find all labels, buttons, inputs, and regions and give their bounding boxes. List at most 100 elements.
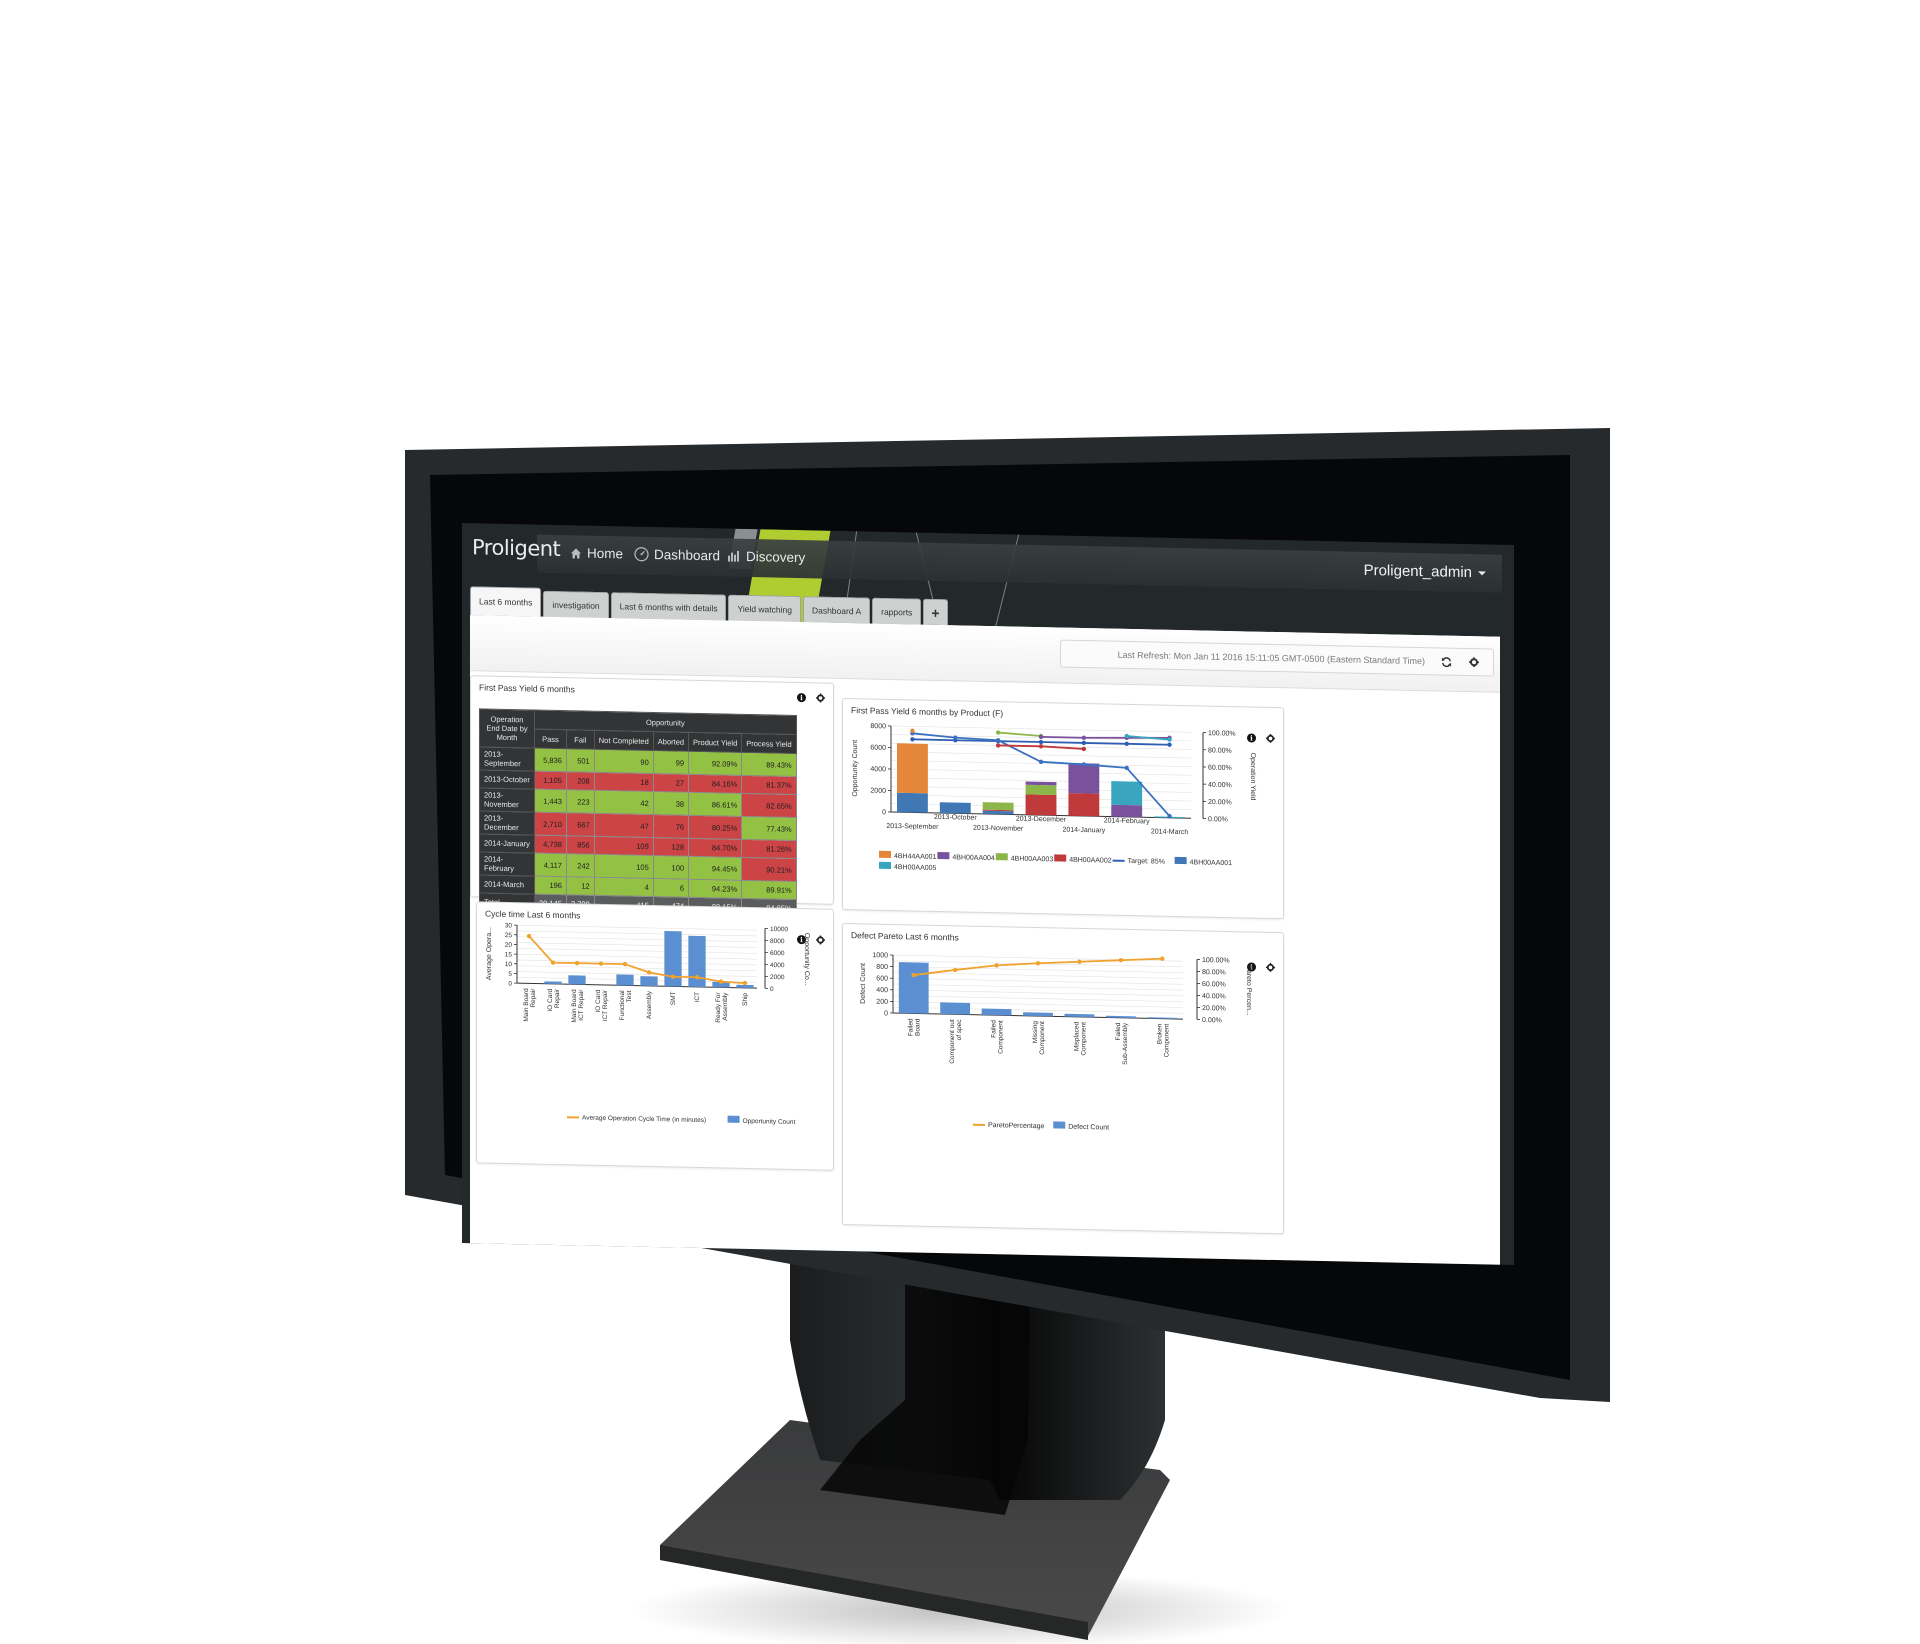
row-header: Operation End Date by Month [479, 708, 535, 749]
nav-discovery[interactable]: Discovery [728, 548, 806, 566]
table-cell: 84.16% [688, 774, 742, 794]
bar [616, 974, 634, 986]
table-cell: 856 [566, 835, 595, 855]
table-cell: 94.45% [688, 856, 742, 881]
table-cell: 81.26% [741, 839, 797, 859]
refresh-icon [1441, 656, 1451, 667]
tab-last-6-months[interactable]: Last 6 months [470, 586, 542, 617]
column-header[interactable]: Product Yield [688, 732, 742, 753]
category-label: FailedBoard [908, 1018, 922, 1036]
column-header[interactable]: Fail [566, 729, 595, 750]
column-header[interactable]: Pass [534, 729, 567, 749]
defect-pareto-chart: 0 200 400 600 800 1000 0.00% 20.00% 40.00% 60.00%… [860, 952, 1252, 1131]
row-label: 2013-October [479, 769, 535, 790]
y-axis-title: Average Opera... [486, 927, 493, 980]
category-label: BrokenComponent [1156, 1023, 1170, 1057]
y2-tick-label: 20.00% [1202, 1005, 1226, 1012]
category-label: Component outof spec [949, 1018, 963, 1063]
legend-swatch [879, 861, 891, 869]
last-refresh-text: Last Refresh: Mon Jan 11 2016 15:11:05 G… [1117, 649, 1425, 667]
nav-discovery-label: Discovery [746, 548, 806, 566]
legend-swatch [879, 850, 891, 858]
tab-yield-watching[interactable]: Yield watching [728, 594, 801, 623]
y2-axis-title: Pareto Percen... [1245, 965, 1252, 1016]
column-header[interactable]: Aborted [653, 731, 689, 752]
bar [1111, 804, 1143, 818]
column-header[interactable]: Not Completed [594, 730, 654, 751]
gridline [517, 930, 757, 937]
tab-dashboard-a[interactable]: Dashboard A [802, 596, 871, 624]
gridline [517, 971, 757, 977]
legend-swatch [937, 851, 950, 860]
table-cell: 80.25% [688, 815, 742, 840]
gridline [893, 995, 1183, 1003]
table-cell: 196 [534, 876, 567, 895]
nav-home[interactable]: Home [570, 545, 623, 561]
screen: Proligent Home Dashboard Discovery Proli… [462, 523, 1514, 1266]
nav-dashboard[interactable]: Dashboard [634, 547, 720, 563]
panel-title: First Pass Yield 6 months [479, 682, 575, 695]
column-header[interactable]: Process Yield [741, 733, 797, 754]
gridline [893, 983, 1183, 991]
category-label: 2013-December [1016, 816, 1067, 824]
row-label: 2013-December [479, 810, 535, 836]
table-cell: 92.09% [688, 751, 742, 776]
gear-icon[interactable] [816, 693, 825, 703]
series-line [998, 731, 1042, 737]
legend-swatch [1174, 856, 1187, 865]
bar [982, 802, 1014, 811]
y-tick-label: 10 [505, 961, 513, 968]
gridline [517, 936, 757, 943]
category-label: FailedComponent [991, 1020, 1005, 1054]
table-cell: 128 [653, 837, 689, 857]
data-point [995, 730, 1001, 735]
table-cell: 4,117 [534, 853, 567, 877]
data-point [1118, 958, 1124, 963]
brand-logo[interactable]: Proligent [472, 535, 560, 561]
panel-tools: i [797, 693, 825, 703]
info-icon[interactable]: i [797, 693, 806, 703]
table-cell: 6 [653, 878, 689, 898]
row-label: 2014-January [479, 833, 535, 854]
table-cell: 501 [566, 748, 595, 773]
bar-chart-icon [728, 550, 739, 562]
data-point [574, 960, 580, 966]
legend-label: Average Operation Cycle Time (in minutes… [582, 1115, 706, 1125]
tab-rapports[interactable]: rapports [872, 597, 922, 625]
category-label: Assembly [646, 990, 653, 1019]
bar [898, 962, 929, 1014]
table-cell: 18 [594, 772, 654, 792]
bar [1025, 794, 1057, 816]
series-line [528, 935, 746, 984]
gridline [891, 751, 1191, 759]
data-point [1038, 744, 1044, 749]
category-label: IO CardRepair [547, 988, 561, 1012]
add-tab-button[interactable]: + [923, 598, 948, 626]
refresh-toolbar: Last Refresh: Mon Jan 11 2016 15:11:05 G… [1060, 639, 1494, 677]
data-point [952, 967, 958, 973]
y-tick-label: 5 [508, 971, 512, 978]
table-cell: 27 [653, 773, 689, 793]
y2-tick-label: 20.00% [1208, 799, 1232, 806]
refresh-button[interactable] [1439, 654, 1453, 668]
legend-swatch [727, 1115, 740, 1123]
y-tick-label: 2000 [870, 788, 886, 795]
y-tick-label: 30 [505, 922, 513, 929]
user-menu[interactable]: Proligent_admin [1364, 562, 1486, 582]
bar [1025, 784, 1057, 796]
tab-investigation[interactable]: investigation [543, 590, 609, 619]
settings-button[interactable] [1467, 655, 1481, 669]
y-tick-label: 400 [876, 987, 888, 994]
table-cell: 89.43% [741, 752, 797, 777]
row-label: 2014-March [479, 874, 535, 895]
table-cell: 77.43% [741, 816, 797, 841]
data-point [1167, 742, 1172, 747]
table-cell: 242 [566, 853, 595, 878]
tab-last-6-months-details[interactable]: Last 6 months with details [610, 592, 727, 621]
home-icon [571, 547, 581, 558]
category-label: 2013-September [886, 823, 939, 831]
y2-axis-title: Opportunity Co... [803, 933, 810, 986]
row-label: 2013-November [479, 787, 535, 813]
y2-tick-label: 0.00% [1202, 1017, 1222, 1024]
data-point [1038, 739, 1044, 745]
